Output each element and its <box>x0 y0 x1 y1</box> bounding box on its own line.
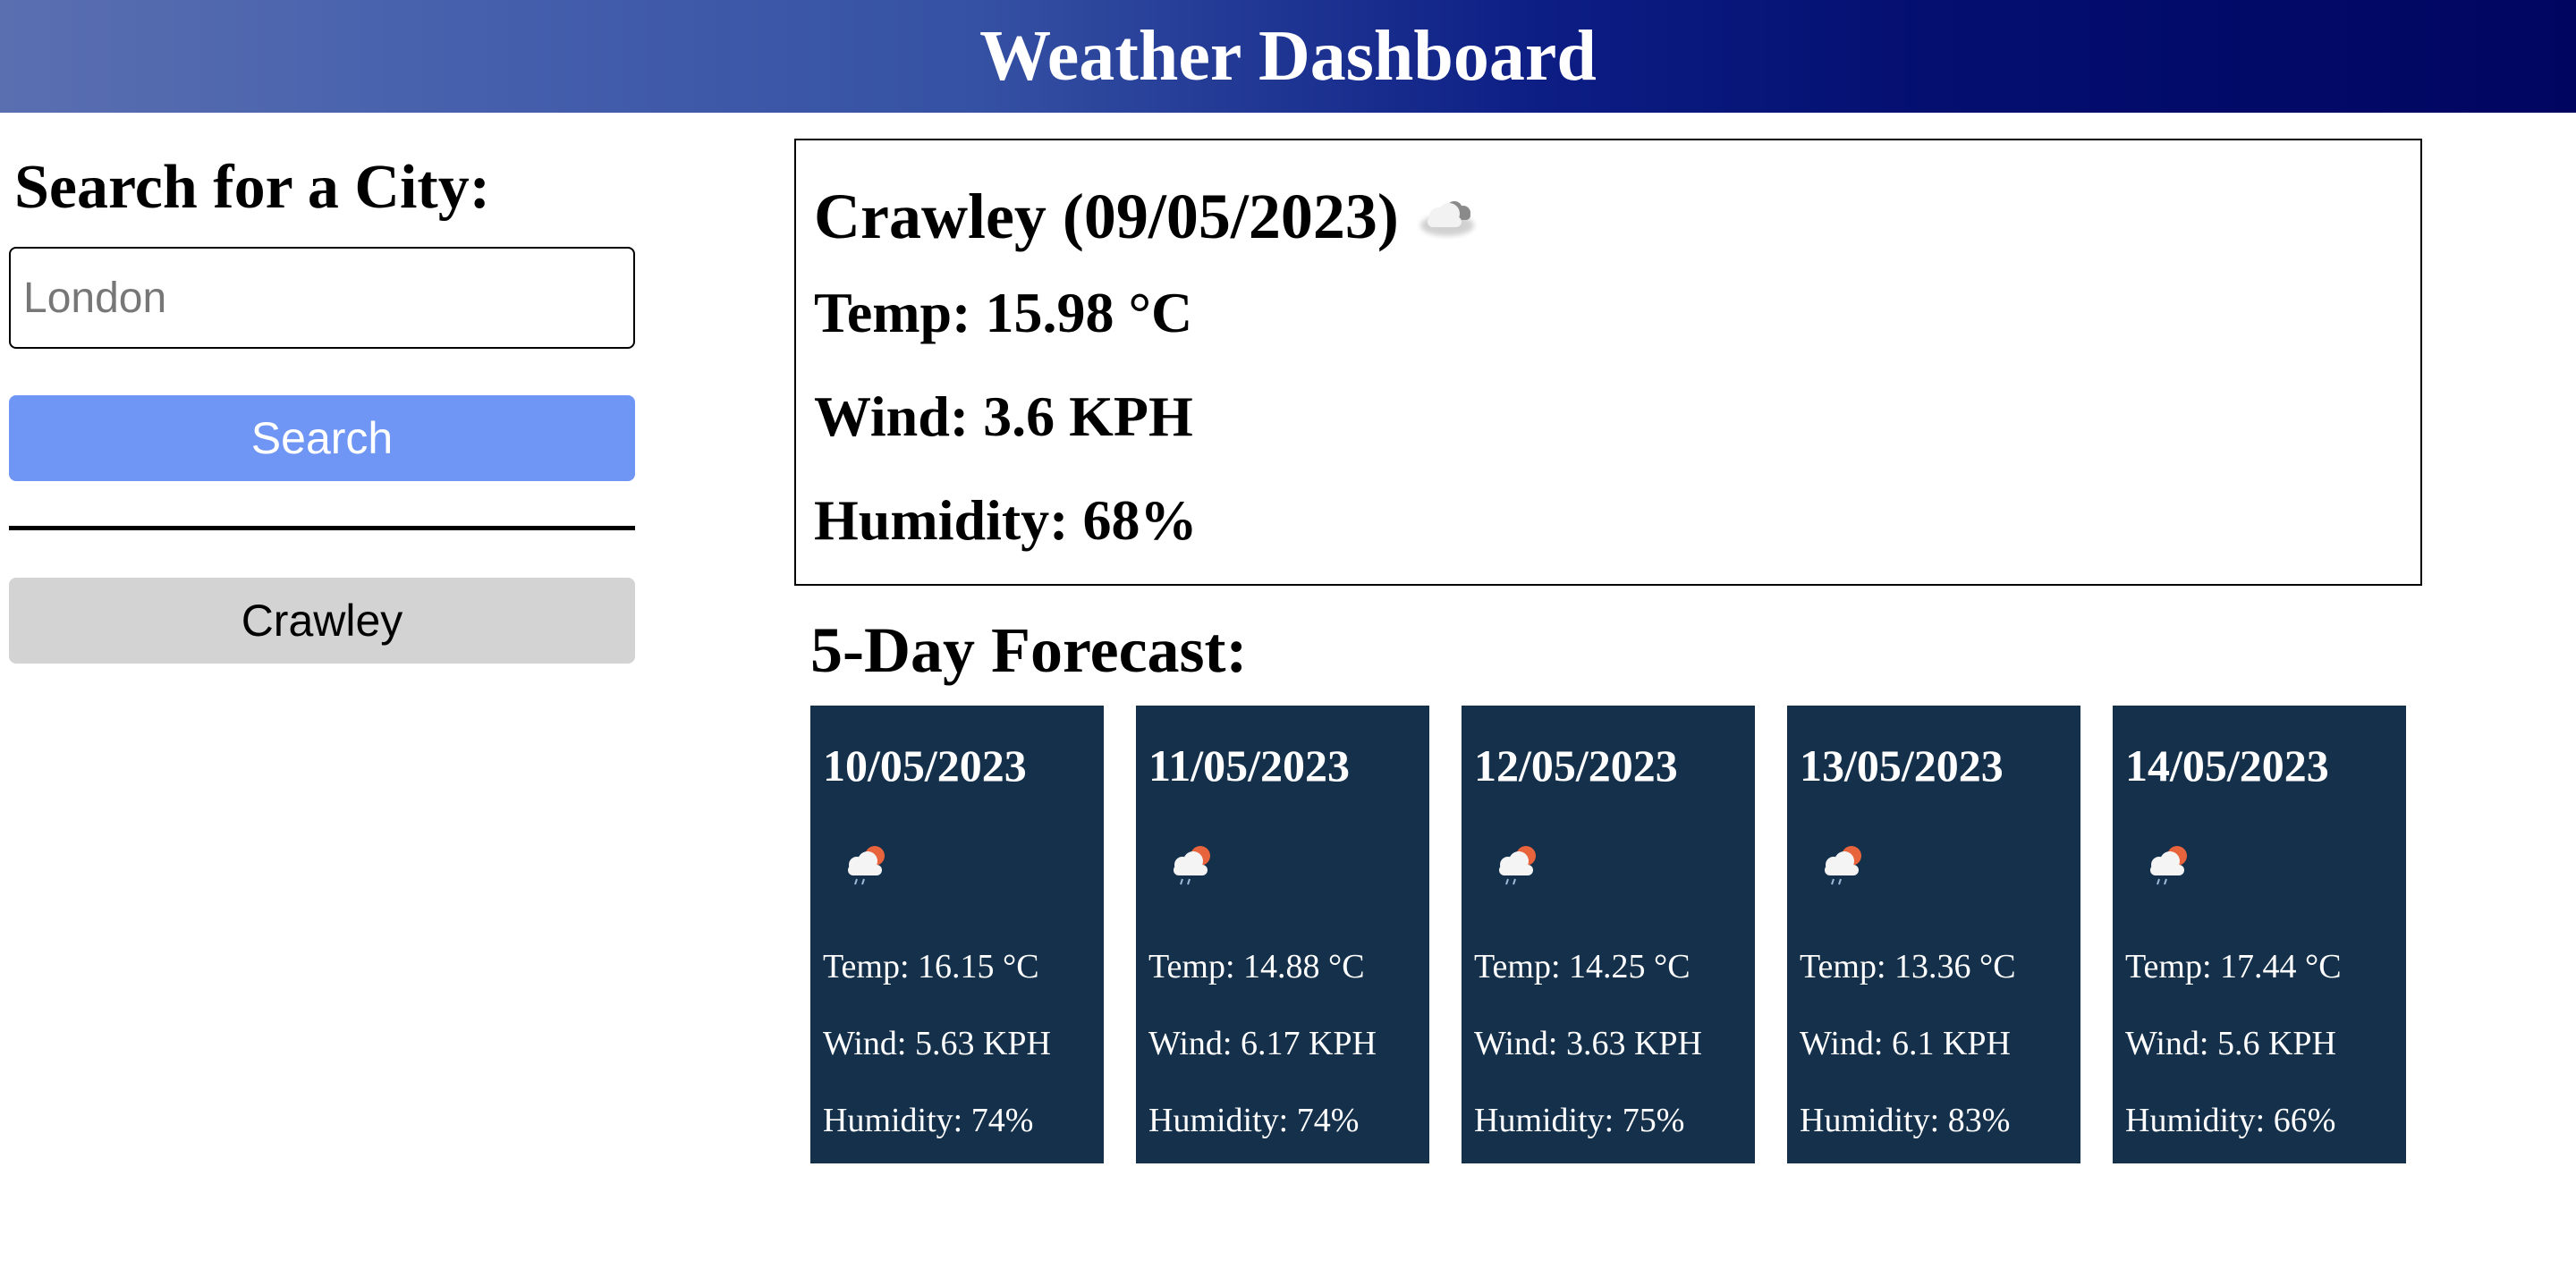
light-rain-sun-icon <box>1163 838 1220 892</box>
forecast-wind: Wind: 5.63 KPH <box>823 1025 1051 1062</box>
forecast-card: 10/05/2023 Temp: 16.15 °C Wind: 5.63 KPH… <box>810 706 1104 1163</box>
forecast-humidity: Humidity: 83% <box>1800 1102 2011 1139</box>
forecast-date: 10/05/2023 <box>823 740 1027 791</box>
forecast-humidity: Humidity: 75% <box>1474 1102 1685 1139</box>
forecast-wind: Wind: 3.63 KPH <box>1474 1025 1702 1062</box>
app-header: Weather Dashboard <box>0 0 2576 113</box>
current-city-date: Crawley (09/05/2023) <box>814 181 1399 252</box>
forecast-humidity: Humidity: 74% <box>823 1102 1034 1139</box>
forecast-card: 14/05/2023 Temp: 17.44 °C Wind: 5.6 KPH … <box>2113 706 2406 1163</box>
history-button-crawley[interactable]: Crawley <box>9 578 635 664</box>
light-rain-sun-icon <box>1488 838 1546 892</box>
light-rain-sun-icon <box>1814 838 1871 892</box>
forecast-date: 14/05/2023 <box>2125 740 2329 791</box>
forecast-wind: Wind: 6.1 KPH <box>1800 1025 2011 1062</box>
current-weather-panel: Crawley (09/05/2023) Temp: 15.98 °C Wind… <box>794 139 2422 586</box>
forecast-temp: Temp: 14.88 °C <box>1148 948 1365 985</box>
forecast-card: 13/05/2023 Temp: 13.36 °C Wind: 6.1 KPH … <box>1787 706 2080 1163</box>
forecast-temp: Temp: 16.15 °C <box>823 948 1039 985</box>
forecast-card: 11/05/2023 Temp: 14.88 °C Wind: 6.17 KPH… <box>1136 706 1429 1163</box>
light-rain-sun-icon <box>837 838 894 892</box>
forecast-wind: Wind: 5.6 KPH <box>2125 1025 2336 1062</box>
current-wind: Wind: 3.6 KPH <box>814 385 1193 448</box>
current-temp: Temp: 15.98 °C <box>814 281 1193 344</box>
current-weather-heading: Crawley (09/05/2023) <box>814 180 1483 254</box>
forecast-heading: 5-Day Forecast: <box>810 614 1248 686</box>
page-title: Weather Dashboard <box>979 17 1597 96</box>
forecast-temp: Temp: 13.36 °C <box>1800 948 2016 985</box>
sidebar-divider <box>9 526 635 530</box>
city-search-input[interactable] <box>9 247 635 349</box>
forecast-card: 12/05/2023 Temp: 14.25 °C Wind: 3.63 KPH… <box>1462 706 1755 1163</box>
forecast-date: 11/05/2023 <box>1148 740 1351 791</box>
forecast-temp: Temp: 14.25 °C <box>1474 948 1690 985</box>
forecast-date: 12/05/2023 <box>1474 740 1678 791</box>
current-humidity: Humidity: 68% <box>814 488 1198 552</box>
forecast-wind: Wind: 6.17 KPH <box>1148 1025 1377 1062</box>
forecast-humidity: Humidity: 74% <box>1148 1102 1360 1139</box>
cloudy-icon <box>1411 186 1483 249</box>
forecast-humidity: Humidity: 66% <box>2125 1102 2336 1139</box>
search-button[interactable]: Search <box>9 395 635 481</box>
forecast-date: 13/05/2023 <box>1800 740 2004 791</box>
search-heading: Search for a City: <box>14 153 491 222</box>
forecast-temp: Temp: 17.44 °C <box>2125 948 2342 985</box>
light-rain-sun-icon <box>2140 838 2197 892</box>
